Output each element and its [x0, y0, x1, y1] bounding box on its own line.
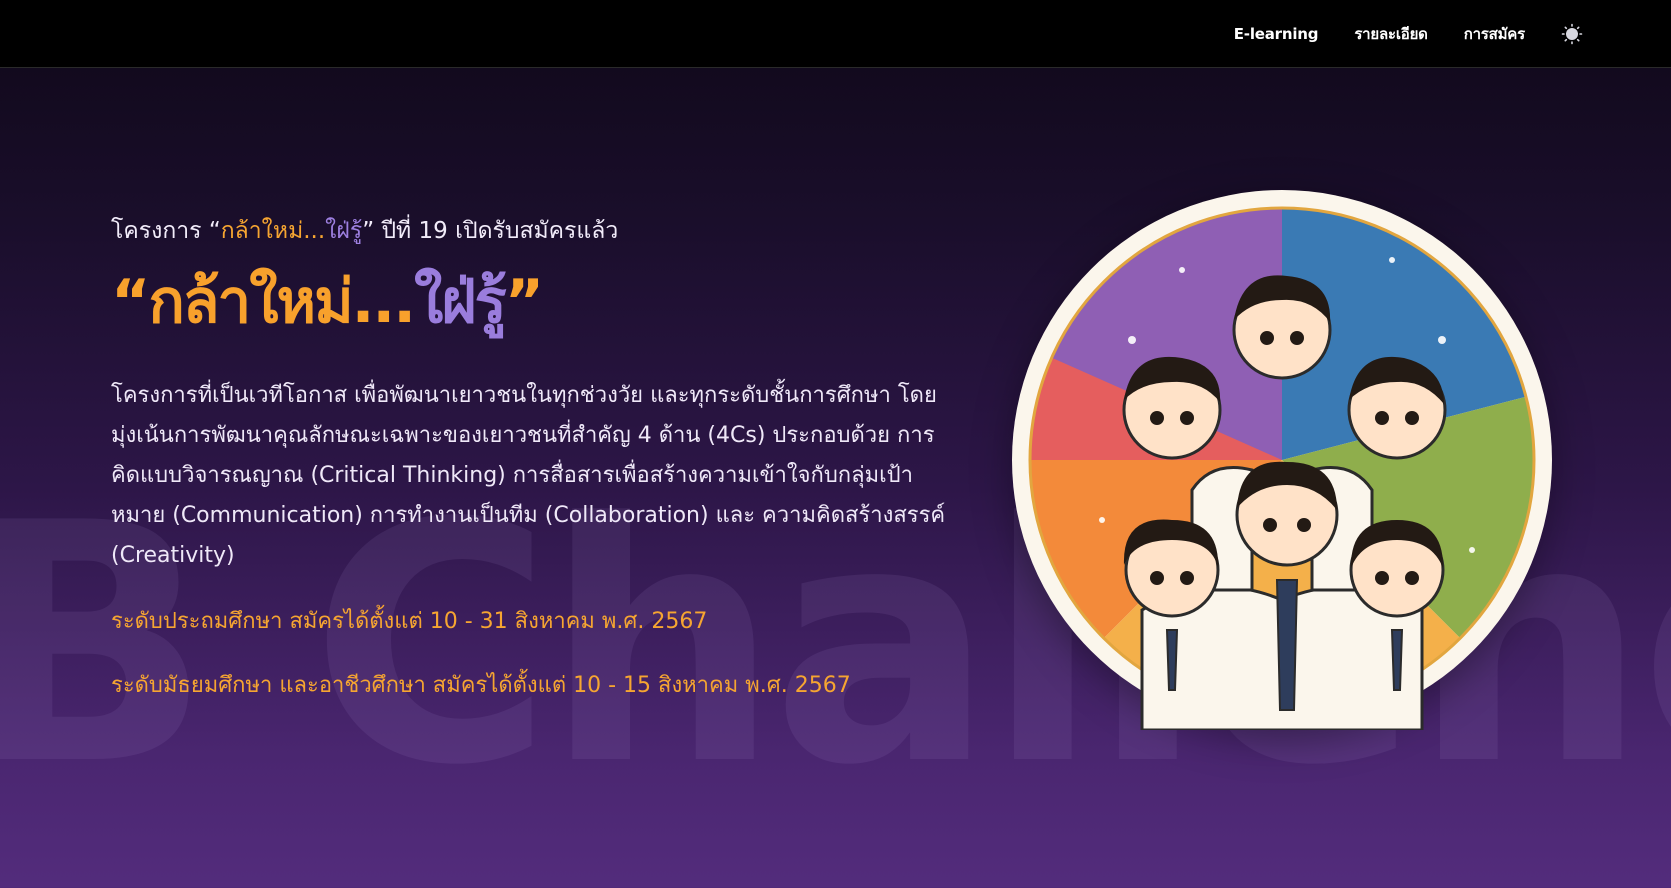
nav-link-details[interactable]: รายละเอียด: [1354, 22, 1428, 46]
title-orange-part: กล้าใหม่...: [148, 267, 416, 337]
sun-icon: [1561, 23, 1583, 44]
subtitle-prefix: โครงการ “: [111, 218, 221, 244]
deadline-secondary: ระดับมัธยมศึกษา และอาชีวศึกษา สมัครได้ตั…: [111, 673, 851, 698]
title-close-quote: ”: [504, 267, 544, 337]
page-title: “กล้าใหม่...ใฝ่รู้”: [111, 266, 971, 338]
nav-link-elearning[interactable]: E-learning: [1234, 25, 1319, 43]
hero-section: โครงการ “กล้าใหม่...ใฝ่รู้” ปีที่ 19 เปิ…: [111, 214, 971, 702]
subtitle-suffix: ” ปีที่ 19 เปิดรับสมัครแล้ว: [362, 218, 619, 244]
students-illustration: [1012, 190, 1552, 732]
top-navbar: E-learning รายละเอียด การสมัคร: [0, 0, 1671, 68]
title-purple-part: ใฝ่รู้: [414, 267, 507, 337]
hero-subtitle: โครงการ “กล้าใหม่...ใฝ่รู้” ปีที่ 19 เปิ…: [111, 214, 971, 248]
nav-link-register[interactable]: การสมัคร: [1464, 22, 1525, 46]
deadline-primary: ระดับประถมศึกษา สมัครได้ตั้งแต่ 10 - 31 …: [111, 609, 708, 634]
title-open-quote: “: [111, 267, 150, 337]
hero-description: โครงการที่เป็นเวทีโอกาส เพื่อพัฒนาเยาวชน…: [111, 383, 946, 568]
subtitle-highlight-orange: กล้าใหม่...: [220, 218, 326, 244]
students-illustration-graphic: [1012, 190, 1552, 732]
theme-toggle-button[interactable]: [1561, 23, 1583, 45]
subtitle-highlight-purple: ใฝ่รู้: [325, 218, 363, 244]
